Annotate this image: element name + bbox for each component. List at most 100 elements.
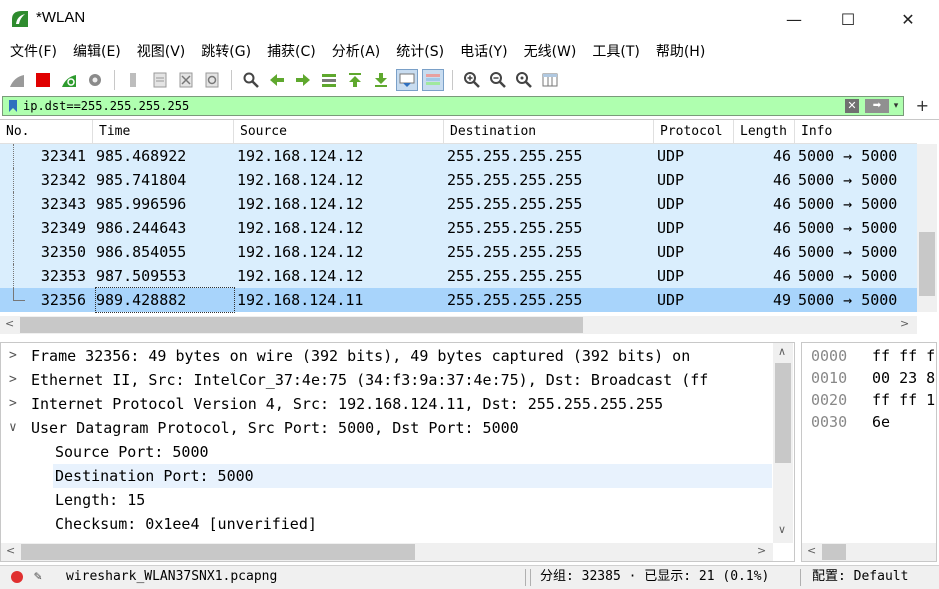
edit-comment-icon[interactable]: ✎: [34, 569, 42, 584]
go-last-icon[interactable]: [370, 69, 392, 91]
cell-info: 5000 → 5000: [798, 267, 898, 285]
zoom-out-icon[interactable]: [487, 69, 509, 91]
column-header-no[interactable]: No.: [0, 120, 93, 144]
packet-list-horizontal-scrollbar[interactable]: < >: [0, 316, 917, 334]
cell-source: 192.168.124.12: [237, 219, 364, 237]
reload-file-icon[interactable]: [201, 69, 223, 91]
cell-protocol: UDP: [657, 243, 685, 261]
menu-wireless[interactable]: 无线(W): [516, 41, 585, 63]
detail-tree-node[interactable]: > Internet Protocol Version 4, Src: 192.1…: [1, 392, 772, 416]
maximize-button[interactable]: ☐: [825, 0, 871, 38]
menu-capture[interactable]: 捕获(C): [259, 41, 324, 63]
scroll-up-icon[interactable]: ∧: [778, 345, 786, 358]
scroll-left-icon[interactable]: <: [6, 544, 15, 557]
minimize-button[interactable]: —: [771, 0, 817, 38]
bytes-offset: 0020: [811, 391, 848, 409]
capture-options-icon[interactable]: [84, 69, 106, 91]
chevron-down-icon[interactable]: ∨: [9, 416, 21, 440]
find-packet-icon[interactable]: [240, 69, 262, 91]
title-bar: *WLAN — ☐ ✕: [0, 0, 939, 38]
scroll-left-icon[interactable]: <: [5, 317, 14, 330]
chevron-right-icon[interactable]: >: [9, 344, 21, 368]
packet-row[interactable]: 32341 985.468922 192.168.124.12 255.255.255…: [0, 144, 917, 168]
capture-status-icon[interactable]: [11, 571, 23, 583]
cell-length: 49: [772, 291, 791, 309]
detail-tree-node[interactable]: > Frame 32356: 49 bytes on wire (392 bits…: [1, 344, 772, 368]
column-header-destination[interactable]: Destination: [444, 120, 654, 144]
scrollbar-thumb[interactable]: [775, 363, 791, 463]
cell-info: 5000 → 5000: [798, 195, 898, 213]
apply-filter-icon[interactable]: ➡: [865, 99, 889, 113]
close-file-icon[interactable]: [175, 69, 197, 91]
packet-list-vertical-scrollbar[interactable]: [917, 144, 937, 312]
go-forward-icon[interactable]: [292, 69, 314, 91]
bytes-horizontal-scrollbar[interactable]: <: [802, 543, 936, 561]
zoom-normal-icon[interactable]: [513, 69, 535, 91]
open-file-icon[interactable]: [123, 69, 145, 91]
detail-field[interactable]: Checksum: 0x1ee4 [unverified]: [1, 512, 772, 536]
details-vertical-scrollbar[interactable]: ∧ ∨: [773, 343, 793, 543]
scrollbar-thumb[interactable]: [919, 232, 935, 296]
menu-statistics[interactable]: 统计(S): [388, 41, 452, 63]
restart-capture-icon[interactable]: [58, 69, 80, 91]
stop-capture-icon[interactable]: [32, 69, 54, 91]
packet-row[interactable]: 32349 986.244643 192.168.124.12 255.255.255…: [0, 216, 917, 240]
column-header-time[interactable]: Time: [93, 120, 234, 144]
menu-analyze[interactable]: 分析(A): [324, 41, 389, 63]
column-header-source[interactable]: Source: [234, 120, 444, 144]
scroll-right-icon[interactable]: >: [757, 544, 766, 557]
packet-row[interactable]: 32343 985.996596 192.168.124.12 255.255.255…: [0, 192, 917, 216]
add-filter-button[interactable]: +: [916, 95, 929, 117]
packet-row-selected[interactable]: 32356 989.428882 192.168.124.11 255.255.255…: [0, 287, 917, 313]
go-first-icon[interactable]: [344, 69, 366, 91]
detail-field[interactable]: Length: 15: [1, 488, 772, 512]
packet-row[interactable]: 32342 985.741804 192.168.124.12 255.255.255…: [0, 168, 917, 192]
go-to-packet-icon[interactable]: [318, 69, 340, 91]
packet-details-pane: > Frame 32356: 49 bytes on wire (392 bits…: [0, 342, 795, 562]
detail-field[interactable]: Destination Port: 5000: [53, 464, 772, 488]
packet-row[interactable]: 32353 987.509553 192.168.124.12 255.255.255…: [0, 264, 917, 288]
colorize-icon[interactable]: [422, 69, 444, 91]
bytes-row[interactable]: 0010 00 23 8: [802, 367, 936, 389]
details-horizontal-scrollbar[interactable]: < >: [1, 543, 773, 561]
scroll-left-icon[interactable]: <: [807, 544, 816, 557]
scrollbar-thumb[interactable]: [822, 544, 846, 560]
scrollbar-thumb[interactable]: [20, 317, 583, 333]
column-header-length[interactable]: Length: [734, 120, 795, 144]
menu-file[interactable]: 文件(F): [2, 41, 65, 63]
chevron-right-icon[interactable]: >: [9, 368, 21, 392]
packet-row[interactable]: 32350 986.854055 192.168.124.12 255.255.255…: [0, 240, 917, 264]
menu-help[interactable]: 帮助(H): [648, 41, 713, 63]
column-header-protocol[interactable]: Protocol: [654, 120, 734, 144]
chevron-down-icon[interactable]: ▾: [891, 99, 901, 113]
display-filter-input[interactable]: ip.dst==255.255.255.255 ✕ ➡ ▾: [2, 96, 904, 116]
filter-expression[interactable]: ip.dst==255.255.255.255: [23, 99, 903, 113]
menu-telephony[interactable]: 电话(Y): [452, 41, 515, 63]
chevron-right-icon[interactable]: >: [9, 392, 21, 416]
resize-columns-icon[interactable]: [539, 69, 561, 91]
scrollbar-thumb[interactable]: [21, 544, 415, 560]
menu-go[interactable]: 跳转(G): [193, 41, 259, 63]
cell-length: 46: [772, 219, 791, 237]
menu-view[interactable]: 视图(V): [129, 41, 194, 63]
autoscroll-icon[interactable]: [396, 69, 418, 91]
scroll-right-icon[interactable]: >: [900, 317, 909, 330]
bytes-row[interactable]: 0000 ff ff f: [802, 345, 936, 367]
menu-tools[interactable]: 工具(T): [584, 41, 647, 63]
profile-status[interactable]: 配置: Default: [812, 566, 908, 588]
close-button[interactable]: ✕: [885, 0, 931, 38]
shark-fin-start-icon[interactable]: [6, 69, 28, 91]
column-header-info[interactable]: Info: [795, 120, 917, 144]
scroll-down-icon[interactable]: ∨: [778, 523, 786, 536]
save-file-icon[interactable]: [149, 69, 171, 91]
bytes-row[interactable]: 0020 ff ff 1: [802, 389, 936, 411]
menu-edit[interactable]: 编辑(E): [65, 41, 129, 63]
zoom-in-icon[interactable]: [461, 69, 483, 91]
clear-filter-icon[interactable]: ✕: [845, 99, 859, 113]
bytes-row[interactable]: 0030 6e: [802, 411, 936, 433]
detail-tree-node[interactable]: ∨ User Datagram Protocol, Src Port: 5000,…: [1, 416, 772, 440]
go-back-icon[interactable]: [266, 69, 288, 91]
detail-tree-node[interactable]: > Ethernet II, Src: IntelCor_37:4e:75 (34…: [1, 368, 772, 392]
detail-field[interactable]: Source Port: 5000: [1, 440, 772, 464]
bookmark-icon[interactable]: [3, 97, 23, 115]
